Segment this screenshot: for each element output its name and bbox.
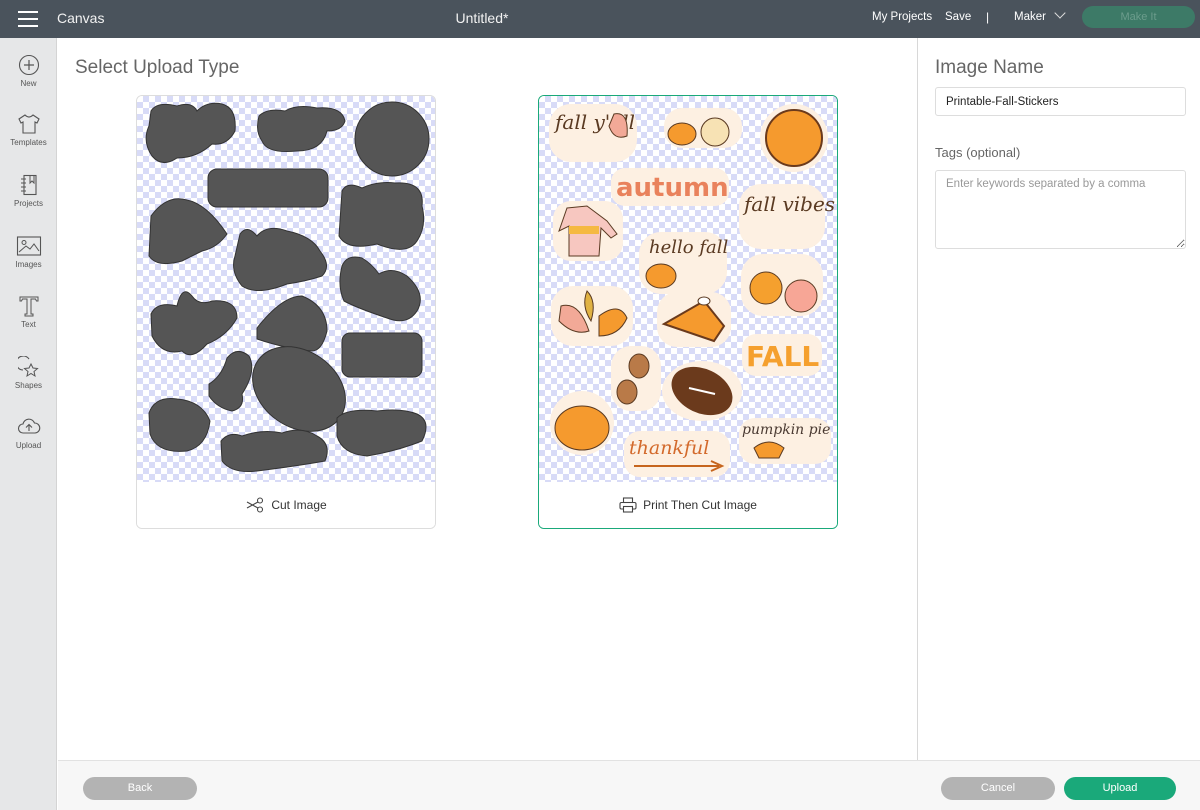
main-panel: Select Upload Type Cut Image fall y'all …	[58, 38, 917, 760]
separator: |	[986, 10, 990, 24]
notebook-icon	[20, 174, 37, 196]
sidebar-item-shapes[interactable]: Shapes	[0, 356, 57, 390]
make-it-button[interactable]: Make It	[1082, 6, 1195, 28]
tshirt-icon	[17, 114, 40, 134]
sidebar-item-new[interactable]: New	[0, 54, 57, 88]
sidebar-label: Shapes	[14, 381, 43, 390]
silhouette-shape	[336, 409, 427, 457]
sticker-text: fall vibes	[742, 192, 835, 216]
sticker-sweater	[553, 201, 623, 261]
sidebar-label: Upload	[15, 441, 42, 450]
silhouette-shape	[148, 398, 211, 452]
plus-circle-icon	[18, 54, 39, 76]
silhouette-shape	[339, 256, 421, 322]
machine-label: Maker	[1014, 11, 1046, 23]
sticker-hello-fall: hello fall	[639, 232, 728, 294]
sticker-pie-slice	[657, 292, 731, 347]
sidebar-item-text[interactable]: Text	[0, 295, 57, 329]
sticker-acorns	[611, 346, 661, 411]
sticker-text: hello fall	[649, 237, 728, 258]
image-name-heading: Image Name	[935, 57, 1044, 78]
save-link[interactable]: Save	[945, 11, 971, 23]
silhouette-shape	[207, 168, 329, 208]
silhouette-shape	[150, 291, 238, 356]
sticker-sheet-preview: fall y'all autumn fall vibes hello fall …	[549, 104, 835, 477]
tags-input[interactable]	[935, 170, 1186, 249]
cut-image-preview	[137, 96, 435, 484]
my-projects-link[interactable]: My Projects	[872, 11, 932, 23]
sticker-pumpkin	[550, 391, 614, 455]
print-then-cut-label-row: Print Then Cut Image	[539, 482, 837, 528]
sidebar-item-projects[interactable]: Projects	[0, 174, 57, 208]
silhouette-shape	[338, 182, 425, 250]
sticker-fall-letters: FALL	[742, 334, 822, 376]
sidebar-item-upload[interactable]: Upload	[0, 416, 57, 450]
sticker-text: thankful	[629, 437, 709, 459]
chevron-down-icon	[1054, 7, 1066, 19]
page-title: Select Upload Type	[75, 57, 240, 78]
sticker-text: FALL	[746, 340, 819, 373]
silhouette-shape	[233, 227, 327, 291]
text-icon	[19, 296, 38, 317]
sticker-fall-vibes: fall vibes	[739, 184, 835, 249]
upload-button[interactable]: Upload	[1064, 777, 1176, 800]
print-then-cut-option[interactable]: fall y'all autumn fall vibes hello fall …	[538, 95, 838, 529]
sidebar-label: New	[20, 79, 37, 88]
sticker-leaves	[551, 286, 633, 346]
document-title[interactable]: Untitled*	[0, 10, 964, 26]
cut-image-label: Cut Image	[271, 498, 327, 512]
shapes-icon	[17, 356, 39, 378]
sidebar-label: Templates	[10, 138, 47, 147]
image-name-input[interactable]	[935, 87, 1186, 116]
sticker-pumpkin-pie: pumpkin pie	[739, 418, 831, 464]
silhouette-shape	[256, 295, 328, 352]
sticker-text: autumn	[616, 173, 729, 203]
sticker-text: pumpkin pie	[742, 422, 830, 438]
machine-selector[interactable]: Maker	[1014, 7, 1066, 23]
silhouette-shape	[341, 332, 423, 378]
silhouette-preview	[145, 101, 430, 472]
left-sidebar: New Templates Projects Images Text Shape…	[0, 38, 57, 810]
footer-bar: Back Cancel Upload	[58, 760, 1200, 810]
silhouette-shape	[145, 102, 236, 163]
sticker-pumpkins	[664, 108, 742, 148]
silhouette-shape	[220, 429, 328, 472]
silhouette-shape	[354, 101, 430, 177]
sticker-pie	[760, 104, 828, 172]
sidebar-item-images[interactable]: Images	[0, 235, 57, 269]
top-bar: Canvas Untitled* My Projects Save | Make…	[0, 0, 1200, 38]
sidebar-label: Text	[21, 320, 36, 329]
printer-icon	[619, 497, 637, 513]
sticker-thankful: thankful	[624, 431, 730, 477]
back-button[interactable]: Back	[83, 777, 197, 800]
sticker-fall-yall: fall y'all	[549, 104, 637, 162]
silhouette-shape	[257, 106, 346, 152]
scissors-icon	[247, 497, 264, 513]
cancel-button[interactable]: Cancel	[941, 777, 1055, 800]
silhouette-shape	[208, 351, 253, 412]
cloud-upload-icon	[17, 418, 40, 434]
silhouette-shape	[148, 198, 228, 265]
cut-image-option[interactable]: Cut Image	[136, 95, 436, 529]
sticker-football	[662, 361, 742, 421]
print-then-cut-label: Print Then Cut Image	[643, 498, 757, 512]
sidebar-label: Images	[15, 260, 42, 269]
right-panel: Image Name Tags (optional)	[918, 38, 1200, 760]
cut-image-label-row: Cut Image	[137, 482, 435, 528]
tags-label: Tags (optional)	[935, 145, 1021, 160]
image-icon	[16, 236, 41, 256]
sticker-apples	[741, 254, 823, 316]
sidebar-item-templates[interactable]: Templates	[0, 113, 57, 147]
sidebar-label: Projects	[14, 199, 43, 208]
print-then-cut-preview: fall y'all autumn fall vibes hello fall …	[539, 96, 837, 484]
sticker-autumn: autumn	[611, 168, 729, 206]
